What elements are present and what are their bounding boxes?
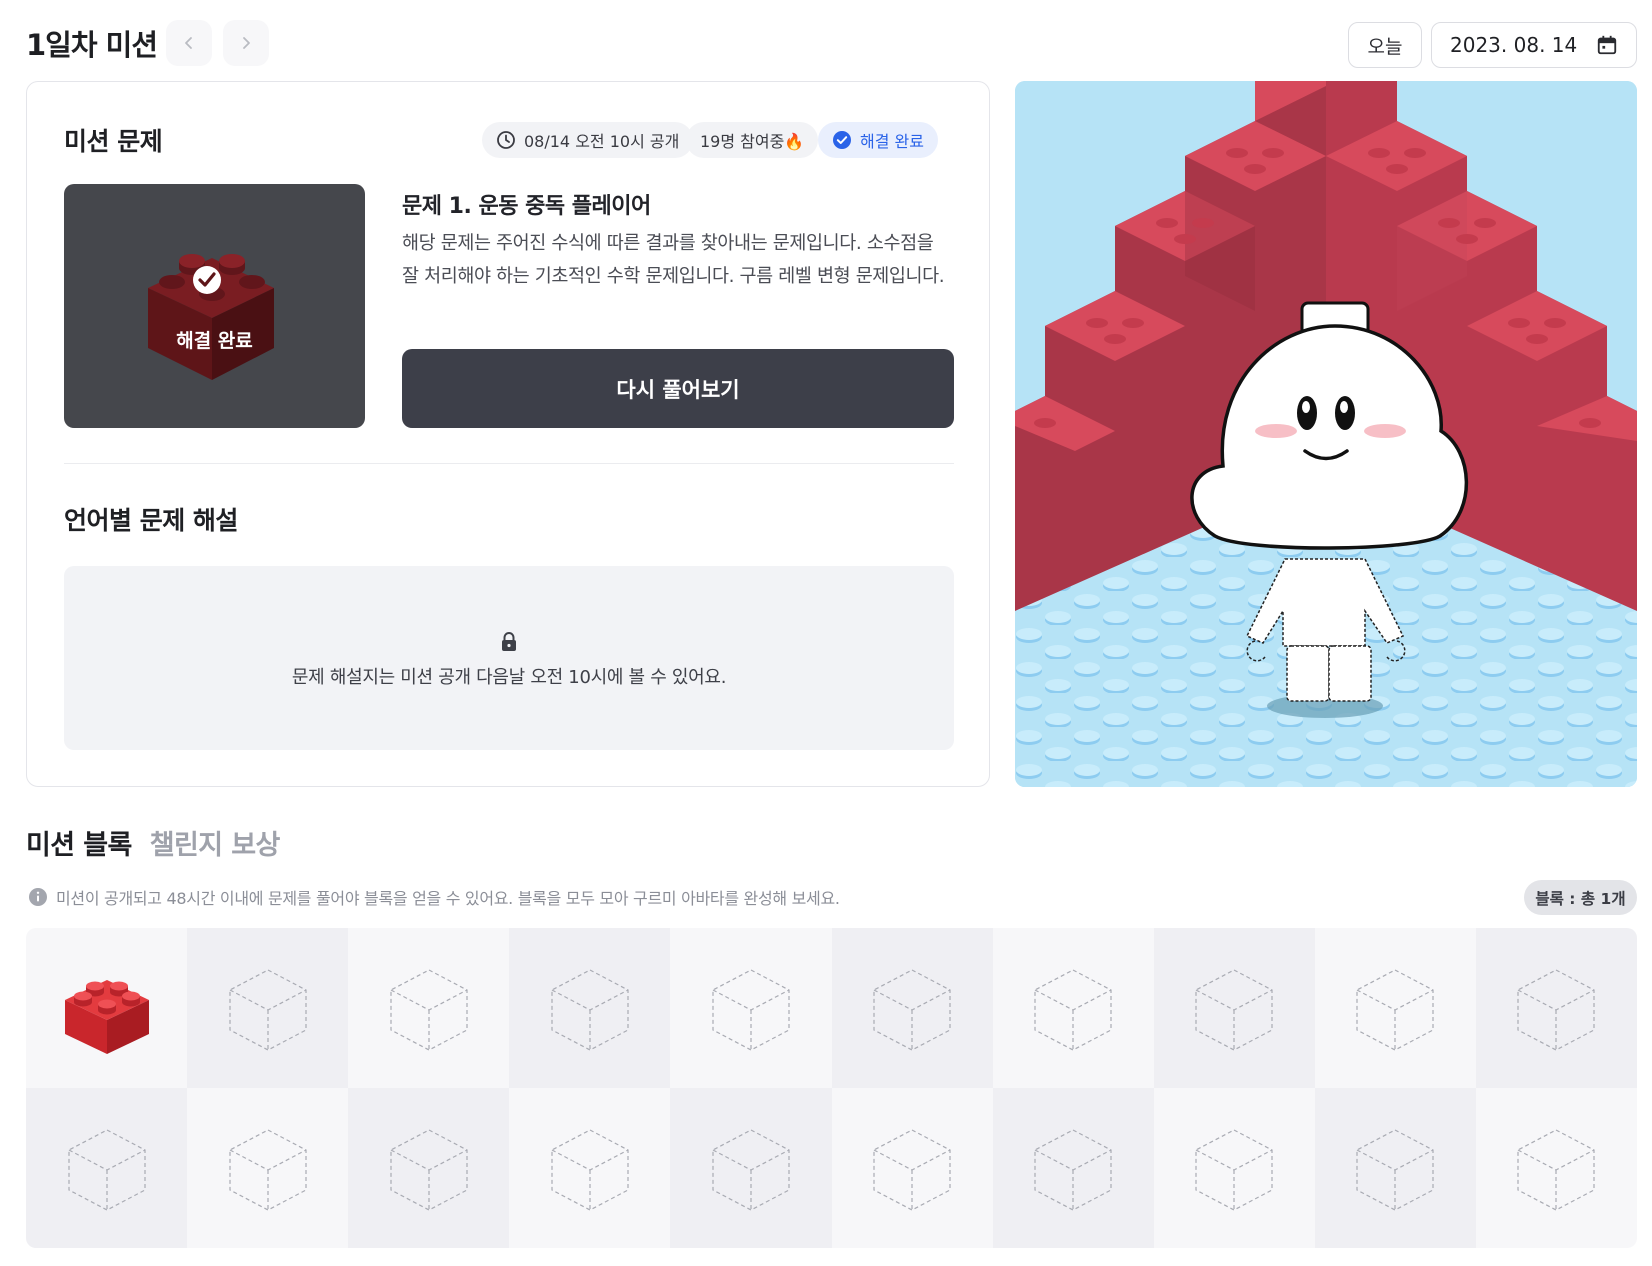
empty-block-icon (390, 1129, 468, 1211)
empty-block-icon (1195, 969, 1273, 1051)
block-tabs: 미션 블록 챌린지 보상 (26, 823, 280, 862)
block-count-badge: 블록 : 총 1개 (1524, 880, 1637, 915)
block-slot-empty (1475, 1088, 1637, 1248)
empty-block-icon (1034, 1129, 1112, 1211)
date-picker[interactable]: 2023. 08. 14 (1431, 22, 1637, 68)
empty-block-icon (1517, 969, 1596, 1051)
retry-button[interactable]: 다시 풀어보기 (402, 349, 954, 428)
today-button[interactable]: 오늘 (1348, 22, 1422, 68)
mission-section-title: 미션 문제 (64, 127, 163, 156)
block-slot-empty (831, 928, 993, 1088)
block-slot-empty (992, 1088, 1154, 1248)
block-slot-empty (1153, 1088, 1315, 1248)
mission-thumbnail: 해결 완료 (64, 184, 365, 428)
block-slot-empty (509, 928, 671, 1088)
thumbnail-solved-label: 해결 완료 (176, 330, 253, 352)
empty-block-icon (229, 1129, 307, 1211)
empty-block-icon (1517, 1129, 1596, 1211)
chevron-left-icon (185, 37, 192, 49)
block-slot-empty (1314, 928, 1476, 1088)
block-info-text: 미션이 공개되고 48시간 이내에 문제를 풀어야 블록을 얻을 수 있어요. … (56, 889, 840, 908)
info-icon (29, 888, 47, 906)
avatar-scene (1015, 81, 1637, 787)
block-slot-empty (1475, 928, 1637, 1088)
clock-icon (497, 131, 515, 149)
empty-block-icon (229, 969, 307, 1051)
block-slot-empty (348, 928, 510, 1088)
block-slot-collected (26, 928, 188, 1088)
empty-block-icon (390, 969, 468, 1051)
open-time-text: 08/14 오전 10시 공개 (524, 132, 680, 151)
page-title: 1일차 미션 (26, 28, 158, 62)
tab-mission-blocks[interactable]: 미션 블록 (26, 823, 132, 862)
red-block-icon (64, 980, 149, 1054)
block-slot-empty (670, 1088, 832, 1248)
locked-solutions-panel: 문제 해설지는 미션 공개 다음날 오전 10시에 볼 수 있어요. (64, 566, 954, 750)
check-circle-icon (833, 131, 851, 149)
section-divider (64, 463, 954, 464)
lock-icon (502, 632, 516, 651)
empty-block-icon (873, 969, 951, 1051)
participants-chip: 19명 참여중🔥 (686, 122, 819, 158)
block-slot-empty (187, 1088, 349, 1248)
date-value: 2023. 08. 14 (1450, 33, 1578, 57)
tab-challenge-rewards[interactable]: 챌린지 보상 (150, 823, 281, 862)
empty-block-icon (1356, 1129, 1434, 1211)
block-slot-empty (831, 1088, 993, 1248)
block-grid (26, 928, 1637, 1248)
empty-block-icon (712, 1129, 790, 1211)
block-slot-empty (348, 1088, 510, 1248)
empty-block-icon (1034, 969, 1112, 1051)
empty-block-icon (712, 969, 790, 1051)
block-slot-empty (26, 1088, 188, 1248)
solved-status-text: 해결 완료 (860, 132, 924, 151)
block-slot-empty (1153, 928, 1315, 1088)
problem-title[interactable]: 문제 1. 운동 중독 플레이어 (402, 188, 651, 220)
block-slot-empty (509, 1088, 671, 1248)
prev-day-button[interactable] (166, 20, 212, 66)
mission-card: 미션 문제 08/14 오전 10시 공개 19명 참여중🔥 해결 완료 해결 … (26, 81, 990, 787)
solutions-section-title: 언어별 문제 해설 (64, 506, 238, 535)
block-slot-empty (992, 928, 1154, 1088)
block-info: 미션이 공개되고 48시간 이내에 문제를 풀어야 블록을 얻을 수 있어요. … (28, 885, 840, 909)
empty-block-icon (1356, 969, 1434, 1051)
open-time-chip: 08/14 오전 10시 공개 (482, 122, 694, 158)
empty-block-icon (1195, 1129, 1273, 1211)
solved-status-chip: 해결 완료 (818, 122, 938, 158)
calendar-icon (1597, 35, 1617, 55)
block-slot-empty (187, 928, 349, 1088)
chevron-right-icon (243, 37, 250, 49)
locked-message: 문제 해설지는 미션 공개 다음날 오전 10시에 볼 수 있어요. (291, 667, 727, 688)
empty-block-icon (551, 969, 629, 1051)
block-slot-empty (670, 928, 832, 1088)
brick-icon (148, 254, 274, 380)
problem-description: 해당 문제는 주어진 수식에 따른 결과를 찾아내는 문제입니다. 소수점을 잘… (402, 233, 945, 287)
next-day-button[interactable] (223, 20, 269, 66)
participants-text: 19명 참여중🔥 (700, 132, 805, 151)
goormi-avatar-illustration (1015, 81, 1637, 787)
block-slot-empty (1314, 1088, 1476, 1248)
empty-block-icon (873, 1129, 951, 1211)
empty-block-icon (67, 1129, 146, 1211)
empty-block-icon (551, 1129, 629, 1211)
